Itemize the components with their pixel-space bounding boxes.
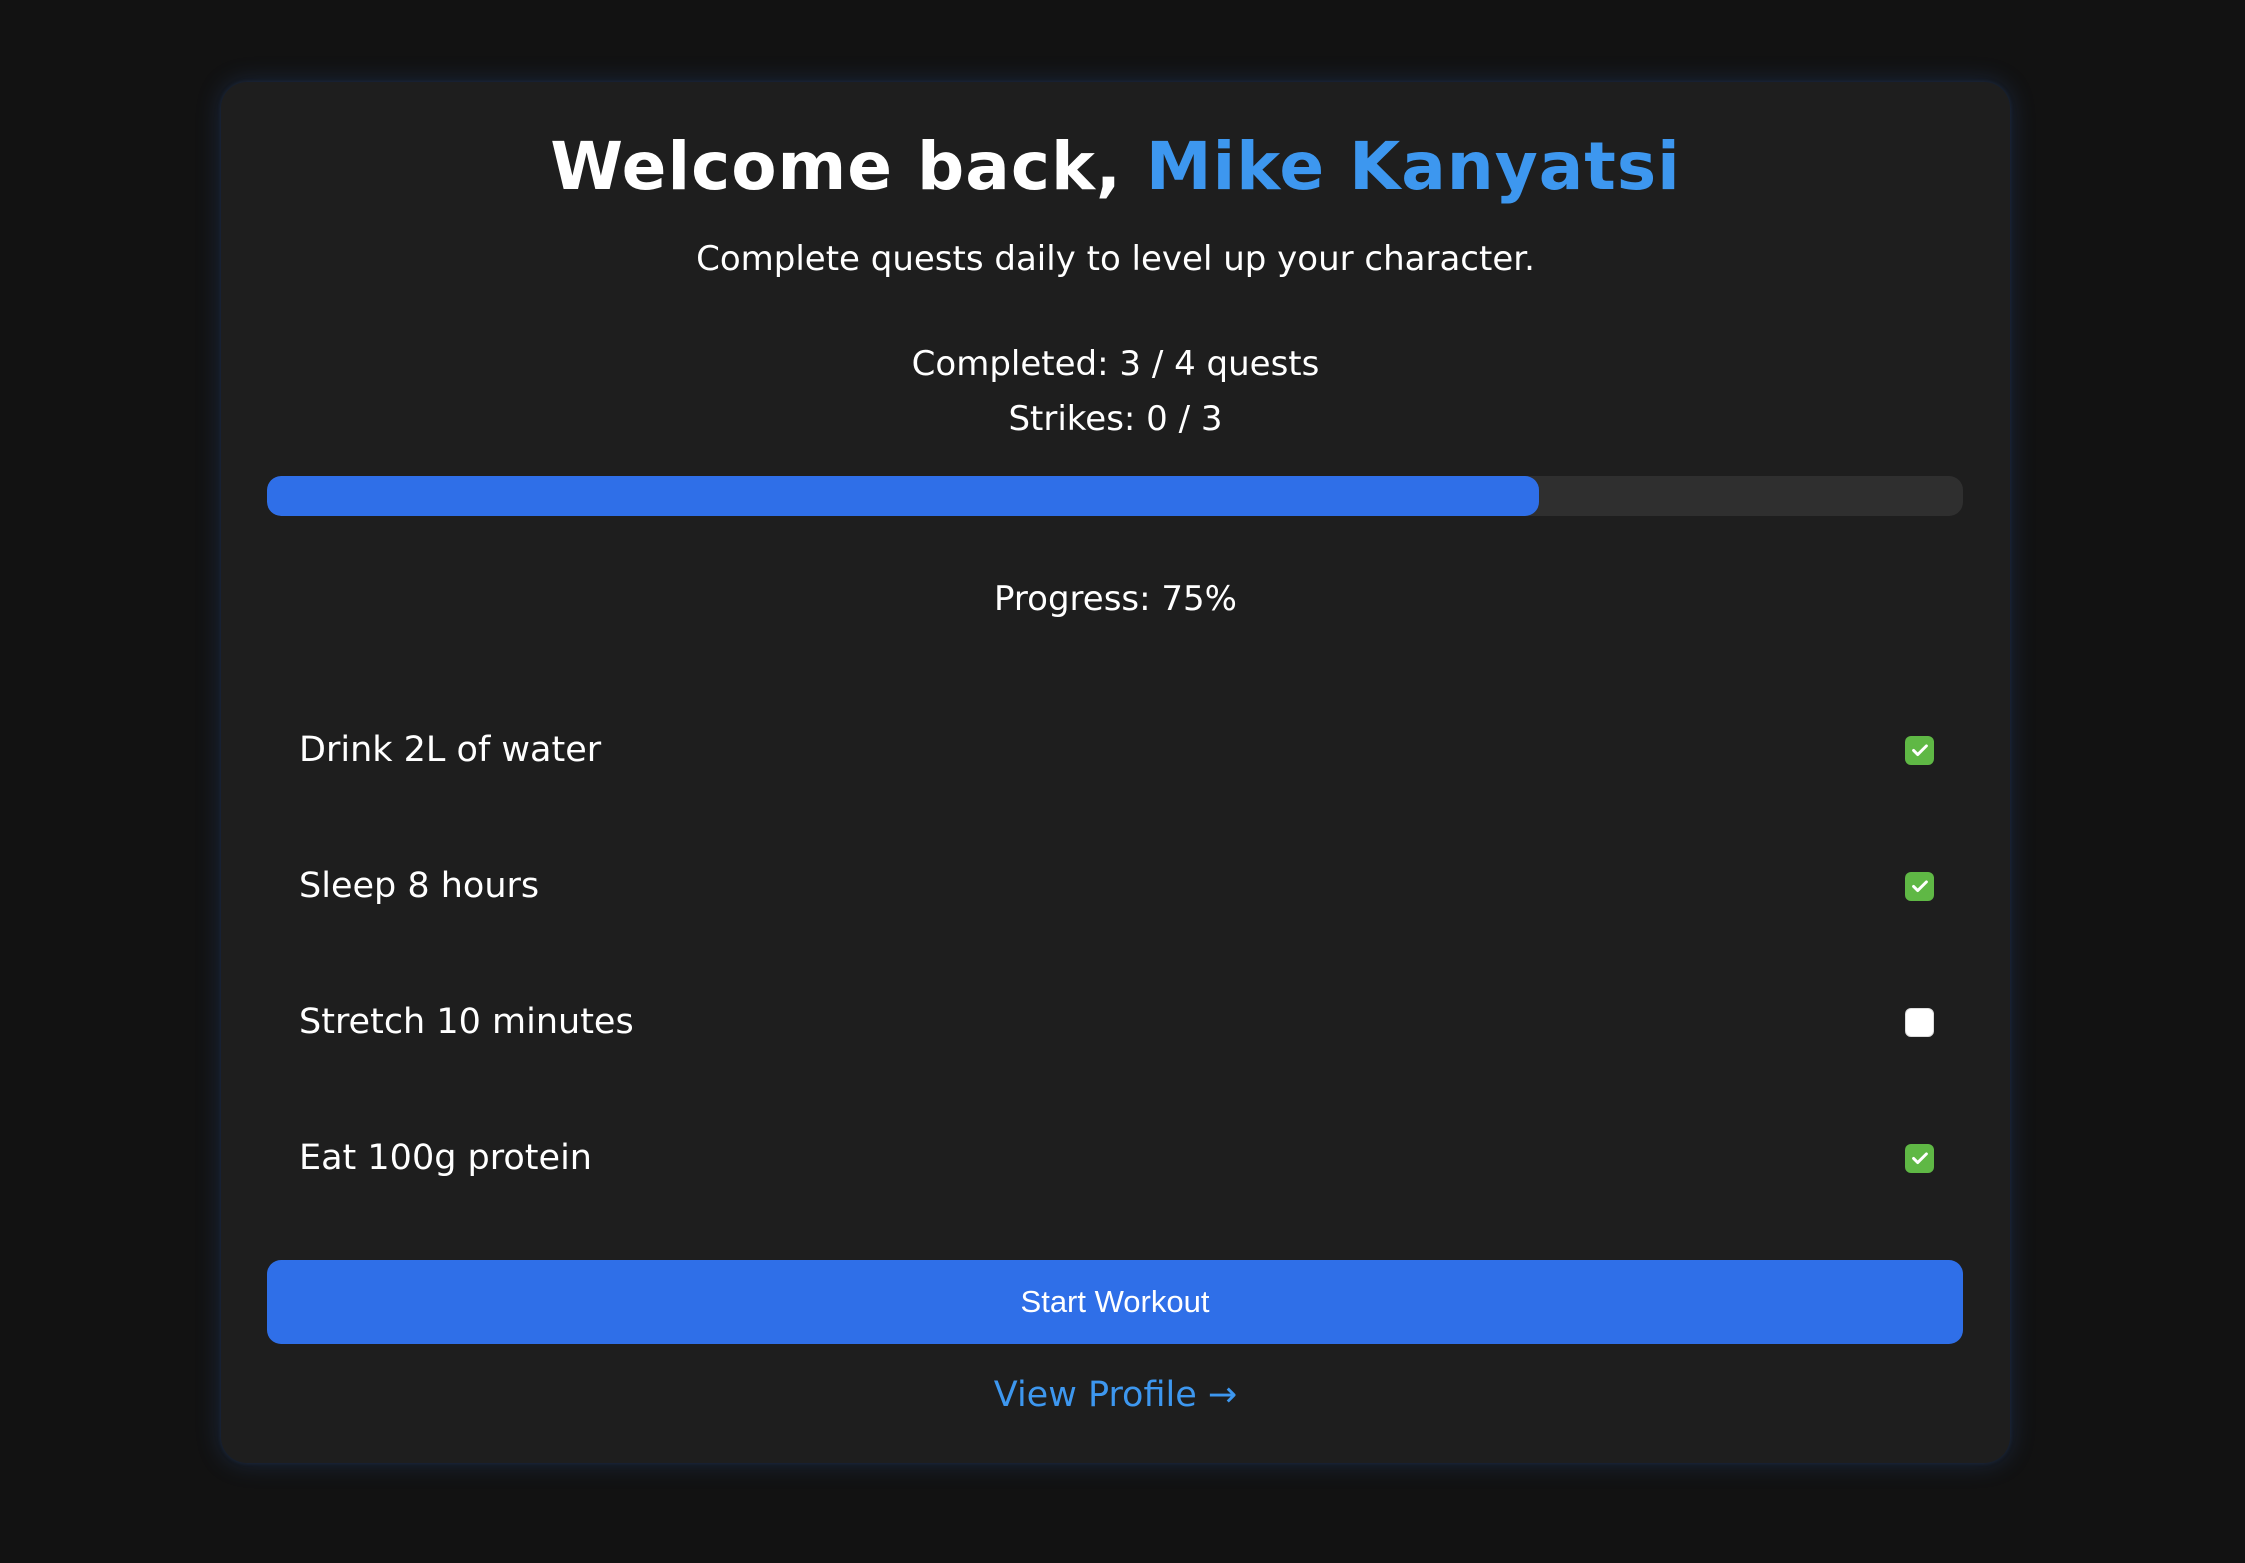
view-profile-link[interactable]: View Profile → bbox=[221, 1378, 2010, 1413]
dashboard-card: Welcome back, Mike Kanyatsi Complete que… bbox=[221, 82, 2010, 1463]
start-workout-button[interactable]: Start Workout bbox=[267, 1260, 1963, 1344]
progress-label: Progress: 75% bbox=[994, 579, 1237, 619]
quest-list: Drink 2L of water Sleep 8 hours Stretch … bbox=[267, 682, 1963, 1226]
quest-item: Eat 100g protein bbox=[267, 1090, 1963, 1226]
quest-item: Sleep 8 hours bbox=[267, 818, 1963, 954]
strikes-count: Strikes: 0 / 3 bbox=[1008, 399, 1223, 439]
quest-label: Drink 2L of water bbox=[299, 729, 602, 770]
quest-label: Eat 100g protein bbox=[299, 1137, 592, 1178]
completed-count: Completed: 3 / 4 quests bbox=[911, 344, 1320, 384]
checkmark-icon bbox=[1911, 1152, 1928, 1165]
page-title: Welcome back, Mike Kanyatsi bbox=[221, 134, 2010, 200]
quest-checkbox[interactable] bbox=[1905, 1143, 1934, 1173]
subtitle: Complete quests daily to level up your c… bbox=[696, 239, 1535, 279]
quest-checkbox[interactable] bbox=[1905, 1007, 1934, 1037]
greeting-text: Welcome back, bbox=[550, 128, 1146, 205]
progress-bar bbox=[267, 476, 1963, 516]
quest-item: Stretch 10 minutes bbox=[267, 954, 1963, 1090]
quest-checkbox[interactable] bbox=[1905, 871, 1934, 901]
checkmark-icon bbox=[1911, 880, 1928, 893]
checkmark-icon bbox=[1911, 744, 1928, 757]
quest-checkbox[interactable] bbox=[1905, 735, 1934, 765]
user-name: Mike Kanyatsi bbox=[1145, 128, 1681, 205]
quest-item: Drink 2L of water bbox=[267, 682, 1963, 818]
quest-label: Sleep 8 hours bbox=[299, 865, 540, 906]
progress-bar-fill bbox=[267, 476, 1539, 516]
quest-label: Stretch 10 minutes bbox=[299, 1001, 634, 1042]
